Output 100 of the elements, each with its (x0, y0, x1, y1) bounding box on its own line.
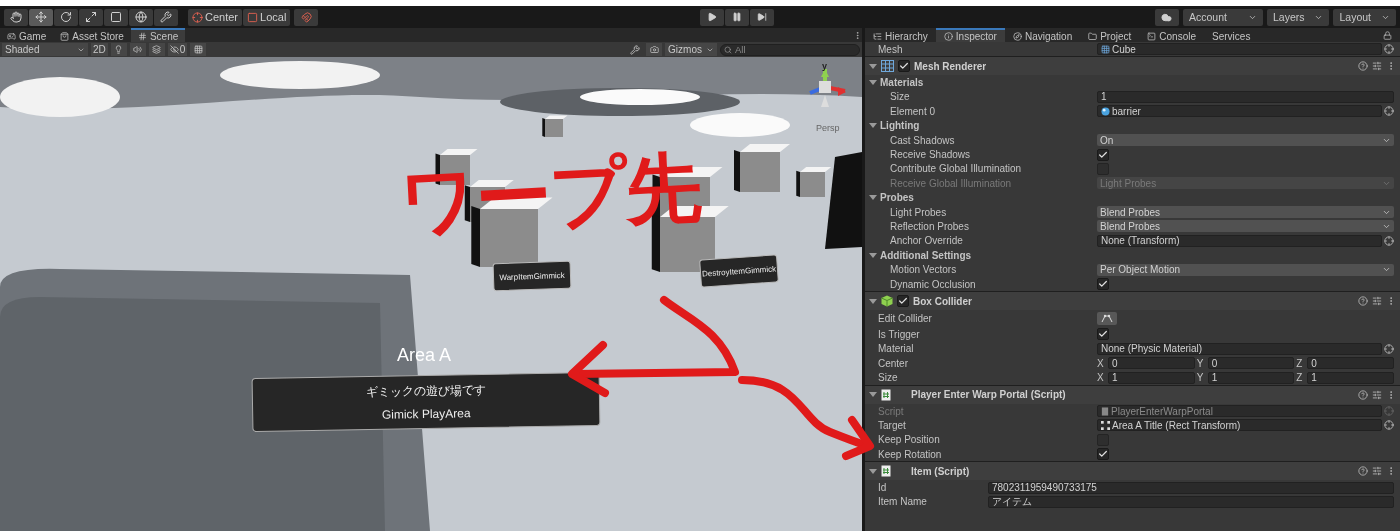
section-header[interactable]: Additional Settings (880, 249, 972, 261)
object-field[interactable]: Area A Title (Rect Transform) (1097, 419, 1382, 432)
dropdown[interactable]: Per Object Motion (1097, 263, 1394, 276)
audio-toggle[interactable] (129, 43, 146, 56)
component-header[interactable]: Player Enter Warp Portal (Script) (865, 384, 1400, 404)
checkbox[interactable] (1097, 448, 1109, 461)
checkbox[interactable] (1097, 148, 1109, 161)
component-header[interactable]: Item (Script) (865, 461, 1400, 481)
cloud-button[interactable] (1154, 8, 1179, 26)
eye-off-icon (169, 45, 179, 54)
foldout-arrow-icon[interactable] (869, 298, 877, 304)
object-picker-icon[interactable] (1384, 420, 1394, 431)
hand-tool-button[interactable] (4, 8, 28, 26)
rotate-tool-button[interactable] (54, 8, 78, 26)
object-field[interactable]: None (Physic Material) (1097, 342, 1382, 355)
field-label: Item Name (878, 496, 927, 508)
foldout-arrow-icon[interactable] (869, 468, 877, 474)
object-field[interactable]: None (Transform) (1097, 234, 1382, 247)
script-icon (881, 465, 891, 478)
text-field[interactable]: 7802311959490733175 (988, 481, 1394, 494)
section-header[interactable]: Probes (880, 192, 914, 204)
pivot-button[interactable]: Center (188, 8, 243, 26)
toolbar-dropdown[interactable]: Account (1182, 8, 1263, 26)
toolbar-dropdown[interactable]: Layers (1266, 8, 1330, 26)
text-field[interactable]: アイテム (988, 495, 1394, 508)
presets-icon[interactable] (1372, 466, 1382, 477)
panel-tab[interactable]: Project (1080, 28, 1140, 42)
presets-icon[interactable] (1372, 296, 1382, 307)
field-label: Mesh (878, 43, 903, 55)
checkbox[interactable] (1097, 328, 1109, 341)
shading-dropdown[interactable]: Shaded (2, 43, 88, 56)
help-icon[interactable] (1358, 296, 1368, 307)
scale-tool-button[interactable] (79, 8, 103, 26)
object-picker-icon[interactable] (1384, 343, 1394, 354)
panel-tab[interactable]: Asset Store (53, 28, 131, 42)
transform-tool-button[interactable] (129, 8, 153, 26)
number-field[interactable]: 1 (1307, 371, 1394, 384)
pause-button[interactable] (724, 8, 749, 26)
info-icon (943, 31, 953, 41)
edit-collider-button[interactable] (1097, 312, 1117, 326)
dropdown[interactable]: On (1097, 134, 1394, 147)
object-field[interactable]: Cube (1097, 43, 1382, 56)
section-header[interactable]: Lighting (880, 120, 920, 132)
camera-button[interactable] (646, 43, 663, 56)
object-picker-icon[interactable] (1384, 106, 1394, 117)
number-field[interactable]: 0 (1108, 357, 1195, 370)
object-picker-icon[interactable] (1384, 235, 1394, 246)
grid-toggle[interactable] (190, 43, 207, 56)
foldout-arrow-icon[interactable] (869, 123, 877, 129)
foldout-arrow-icon[interactable] (869, 392, 877, 398)
number-field[interactable]: 0 (1207, 357, 1295, 370)
step-button[interactable] (749, 8, 774, 26)
object-picker-icon[interactable] (1384, 44, 1394, 55)
text-field[interactable]: 1 (1097, 90, 1394, 103)
panel-tab[interactable]: Navigation (1004, 28, 1081, 42)
move-tool-button[interactable] (29, 8, 53, 26)
checkbox[interactable] (897, 295, 909, 308)
checkbox[interactable] (898, 60, 910, 73)
hidden-objects-toggle[interactable]: 0 (167, 43, 188, 56)
number-field[interactable]: 1 (1207, 371, 1295, 384)
play-button[interactable] (699, 8, 724, 26)
presets-icon[interactable] (1372, 389, 1382, 400)
help-icon[interactable] (1358, 466, 1368, 477)
custom-tool-button[interactable] (154, 8, 178, 26)
panel-tab[interactable]: Console (1139, 28, 1205, 42)
toolbar-dropdown[interactable]: Layout (1333, 8, 1396, 26)
foldout-arrow-icon[interactable] (869, 252, 877, 258)
dropdown[interactable]: Blend Probes (1097, 206, 1394, 219)
panel-tab[interactable]: Inspector (935, 28, 1005, 42)
number-field[interactable]: 0 (1307, 357, 1394, 370)
space-button[interactable]: Local (243, 8, 291, 26)
checkbox[interactable] (1097, 162, 1109, 175)
rect-tool-button[interactable] (104, 8, 128, 26)
menu-icon[interactable] (853, 30, 862, 40)
projection-label[interactable]: Persp (816, 123, 840, 133)
effects-toggle[interactable] (148, 43, 165, 56)
lighting-toggle[interactable] (110, 43, 127, 56)
help-icon[interactable] (1358, 389, 1368, 400)
lock-icon[interactable] (1383, 30, 1392, 40)
grid-snap-button[interactable] (294, 8, 319, 26)
object-field[interactable]: barrier (1097, 105, 1382, 118)
2d-toggle[interactable]: 2D (91, 43, 108, 56)
foldout-arrow-icon[interactable] (869, 80, 877, 86)
dropdown[interactable]: Blend Probes (1097, 220, 1394, 233)
component-header[interactable]: Box Collider (865, 291, 1400, 311)
gizmos-dropdown[interactable]: Gizmos (665, 43, 717, 56)
search-field[interactable]: All (720, 43, 860, 56)
number-field[interactable]: 1 (1108, 371, 1195, 384)
panel-tab[interactable]: Game (0, 28, 54, 42)
panel-tab[interactable]: Hierarchy (865, 28, 936, 42)
foldout-arrow-icon[interactable] (869, 63, 877, 69)
checkbox[interactable] (1097, 278, 1109, 291)
section-header[interactable]: Materials (880, 77, 924, 89)
help-icon[interactable] (1358, 61, 1368, 72)
panel-tab[interactable]: Scene (130, 28, 186, 42)
panel-tab[interactable]: Services (1204, 28, 1259, 42)
rect-transform-icon (1101, 420, 1110, 430)
foldout-arrow-icon[interactable] (869, 195, 877, 201)
component-header[interactable]: Mesh Renderer (865, 56, 1400, 76)
presets-icon[interactable] (1372, 61, 1382, 72)
